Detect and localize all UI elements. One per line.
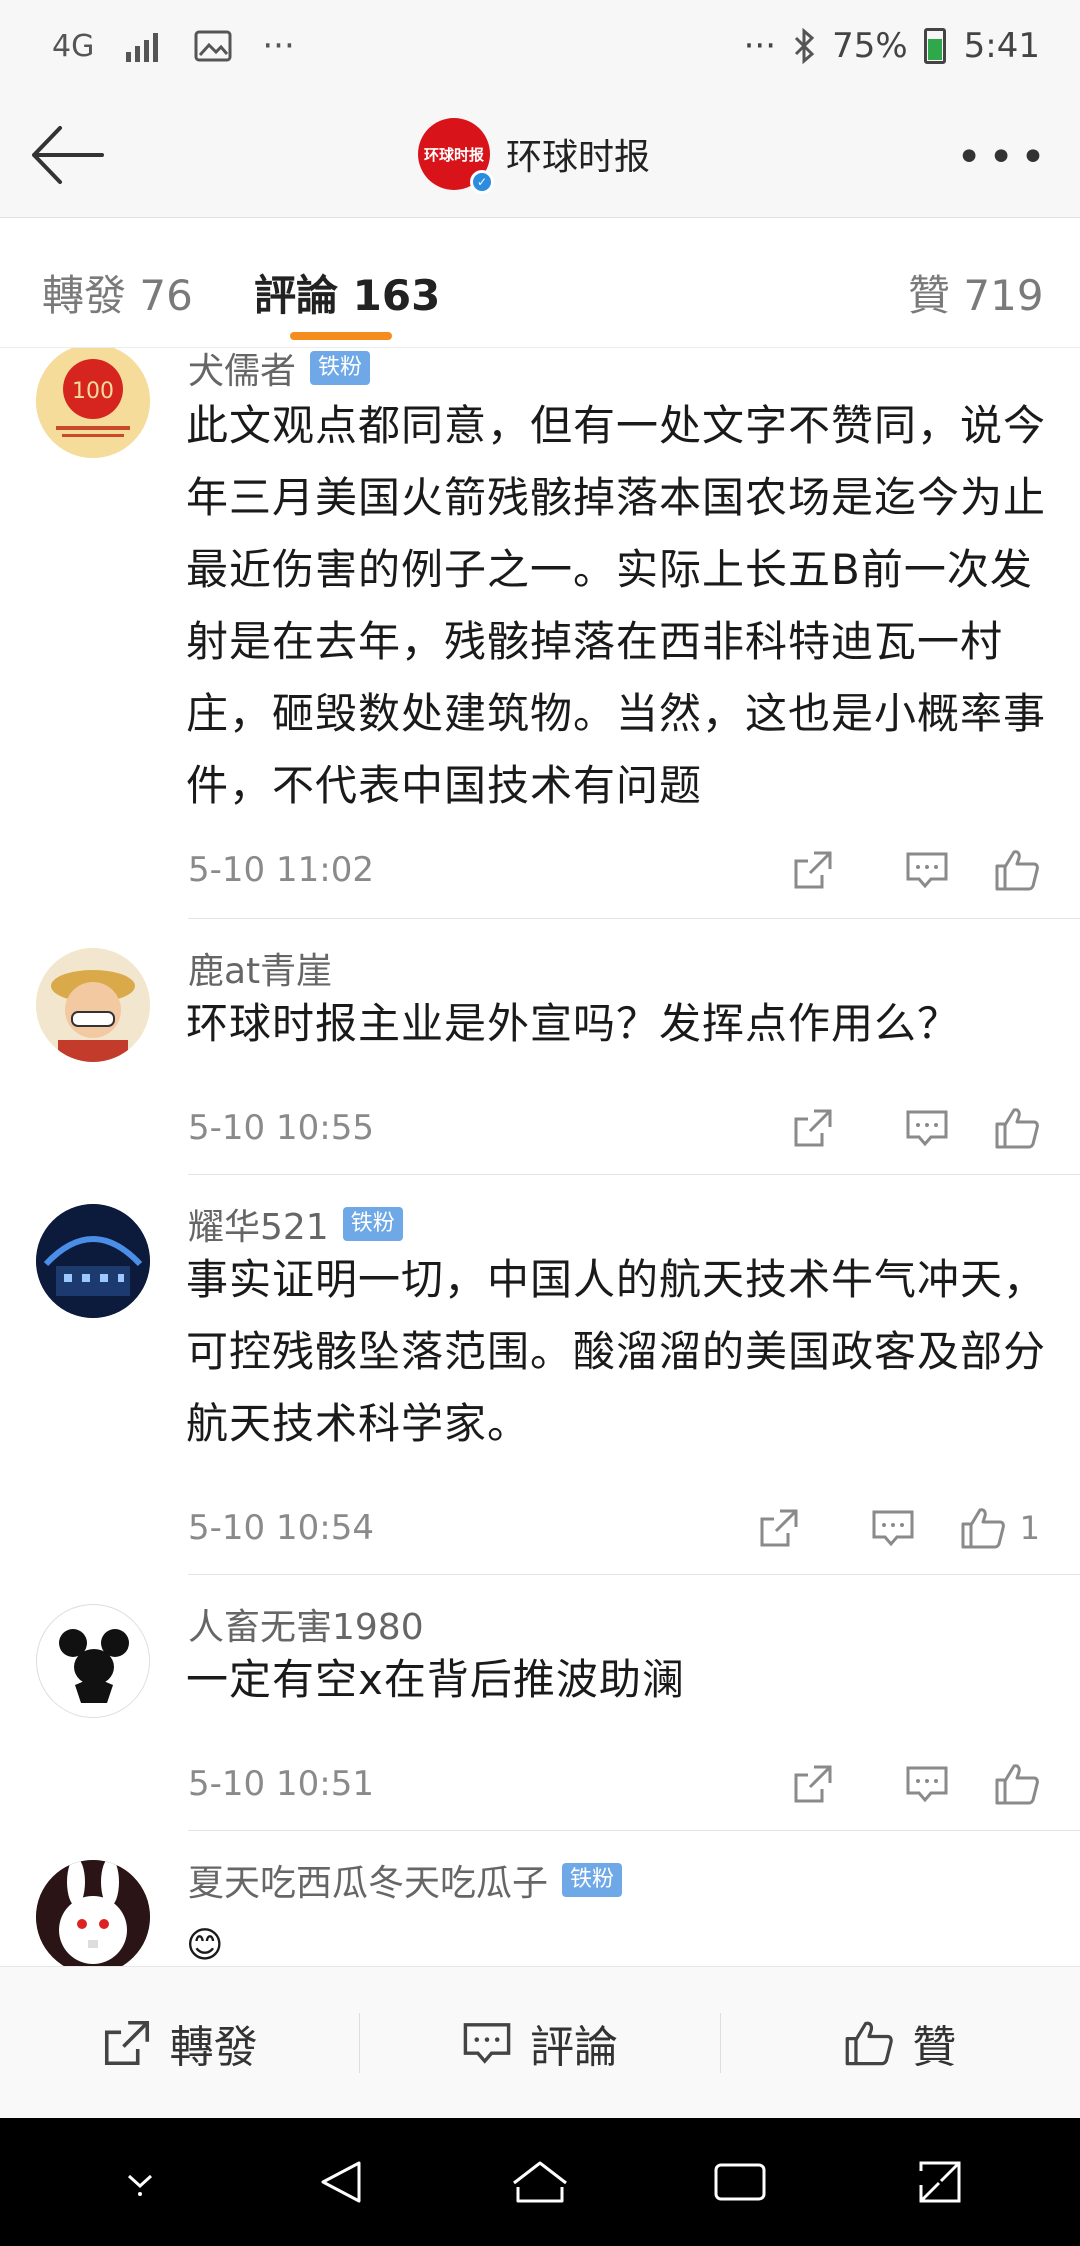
- avatar[interactable]: [36, 1204, 150, 1318]
- clock: 5:41: [963, 26, 1040, 66]
- comment-icon[interactable]: [870, 1100, 984, 1156]
- status-more: ···: [743, 26, 777, 66]
- divider: [188, 1830, 1080, 1831]
- avatar[interactable]: [36, 1860, 150, 1966]
- comment-button[interactable]: 評論: [360, 2011, 719, 2075]
- comment-time: 5-10 10:55: [188, 1108, 374, 1148]
- comment-username[interactable]: 人畜无害1980: [188, 1598, 424, 1650]
- avatar[interactable]: [36, 948, 150, 1062]
- image-icon: [194, 30, 232, 62]
- recents-icon[interactable]: [700, 2142, 780, 2222]
- like-button[interactable]: [994, 1100, 1040, 1156]
- tab-bar: 轉發 76 評論 163 贊 719: [0, 218, 1080, 348]
- avatar[interactable]: [36, 1604, 150, 1718]
- comment-list[interactable]: 100 犬儒者 铁粉 此文观点都同意，但有一处文字不赞同，说今年三月美国火箭残骸…: [0, 348, 1080, 1966]
- comment-icon: [463, 2022, 511, 2064]
- back-icon[interactable]: [300, 2142, 380, 2222]
- comment-text: 环球时报主业是外宣吗？发挥点作用么？: [186, 999, 961, 1048]
- tab-likes[interactable]: 贊 719: [908, 262, 1044, 323]
- comment-icon[interactable]: [870, 842, 984, 898]
- thumbs-up-icon: [995, 850, 1039, 891]
- home-icon[interactable]: [500, 2142, 580, 2222]
- comment-emoji: 😊: [186, 1925, 225, 1966]
- network-indicator: 4G: [52, 28, 95, 64]
- bottom-action-bar: 轉發 評論 贊: [0, 1966, 1080, 2118]
- comment-icon[interactable]: [870, 1756, 984, 1812]
- thumbs-up-icon: [845, 2021, 894, 2065]
- active-tab-indicator: [290, 332, 392, 340]
- repost-icon[interactable]: [756, 842, 870, 898]
- tab-comments[interactable]: 評論 163: [254, 262, 440, 323]
- like-count: 1: [1019, 1509, 1040, 1547]
- expand-icon[interactable]: [900, 2142, 980, 2222]
- comment-username[interactable]: 夏天吃西瓜冬天吃瓜子 铁粉: [188, 1854, 623, 1906]
- like-button[interactable]: 贊: [721, 2011, 1080, 2075]
- like-button[interactable]: [994, 842, 1040, 898]
- divider: [188, 1574, 1080, 1575]
- repost-button[interactable]: 轉發: [0, 2011, 359, 2075]
- repost-icon: [104, 2020, 149, 2065]
- battery-percent: 75%: [832, 26, 908, 66]
- comment-time: 5-10 11:02: [188, 850, 374, 890]
- status-bar: 4G ··· ··· 75% 5:41: [0, 0, 1080, 92]
- comment-username[interactable]: 犬儒者 铁粉: [188, 348, 371, 394]
- like-button[interactable]: 1: [960, 1500, 1040, 1556]
- comment-text: 事实证明一切，中国人的航天技术牛气冲天，可控残骸坠落范围。酸溜溜的美国政客及部分…: [186, 1255, 1047, 1448]
- comment-text: 此文观点都同意，但有一处文字不赞同，说今年三月美国火箭残骸掉落本国农场是迄今为止…: [186, 401, 1047, 810]
- fan-badge: 铁粉: [310, 351, 371, 385]
- fan-badge: 铁粉: [562, 1863, 623, 1897]
- like-button[interactable]: [994, 1756, 1040, 1812]
- comment-username[interactable]: 耀华521 铁粉: [188, 1198, 403, 1250]
- account-logo: 环球时报 ✓: [418, 118, 494, 194]
- account-header[interactable]: 环球时报 ✓ 环球时报: [418, 118, 651, 194]
- divider: [188, 918, 1080, 919]
- top-bar: 环球时报 ✓ 环球时报 •••: [0, 92, 1080, 218]
- hide-keyboard-icon[interactable]: [100, 2142, 180, 2222]
- thumbs-up-icon: [995, 1108, 1039, 1149]
- repost-icon[interactable]: [756, 1100, 870, 1156]
- avatar[interactable]: 100: [36, 348, 150, 458]
- fan-badge: 铁粉: [342, 1207, 403, 1241]
- back-arrow-icon[interactable]: [28, 122, 108, 188]
- repost-icon[interactable]: [722, 1500, 836, 1556]
- comment-time: 5-10 10:54: [188, 1508, 374, 1548]
- verified-icon: ✓: [470, 170, 494, 194]
- battery-icon: [923, 28, 946, 64]
- svg-text:100: 100: [72, 379, 114, 404]
- notification-more: ···: [262, 26, 295, 66]
- thumbs-up-icon: [961, 1508, 1005, 1549]
- comment-time: 5-10 10:51: [188, 1764, 374, 1804]
- comment-text: 一定有空x在背后推波助澜: [186, 1655, 685, 1704]
- comment-username[interactable]: 鹿at青崖: [188, 942, 332, 994]
- comment-icon[interactable]: [836, 1500, 950, 1556]
- more-menu-icon[interactable]: •••: [956, 132, 1052, 183]
- thumbs-up-icon: [995, 1764, 1039, 1805]
- account-name: 环球时报: [506, 137, 651, 178]
- repost-icon[interactable]: [756, 1756, 870, 1812]
- signal-icon: [126, 33, 159, 62]
- bluetooth-icon: [795, 28, 815, 64]
- divider: [188, 1174, 1080, 1175]
- tab-reposts[interactable]: 轉發 76: [42, 262, 193, 323]
- system-nav-bar: [0, 2118, 1080, 2246]
